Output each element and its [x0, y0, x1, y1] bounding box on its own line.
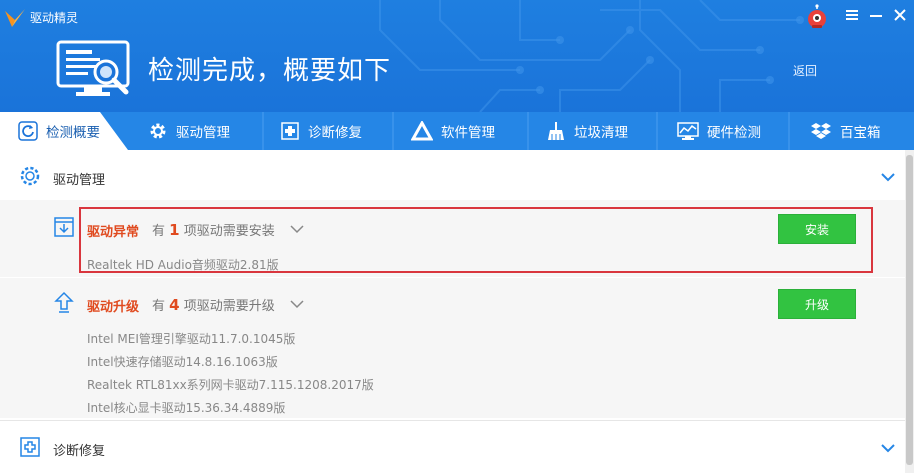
- first-aid-icon: [281, 122, 299, 140]
- install-driver-icon: [54, 217, 74, 237]
- summary-prefix: 有: [152, 299, 166, 314]
- refresh-icon: [18, 121, 38, 141]
- driver-item: Realtek RTL81xx系列网卡驱动7.115.1208.2017版: [87, 378, 374, 392]
- upgrade-count: 4: [169, 296, 180, 314]
- section-driver-management[interactable]: 驱动管理: [0, 150, 914, 200]
- tab-software-management[interactable]: 软件管理: [411, 112, 495, 150]
- tab-label: 硬件检测: [707, 125, 761, 141]
- tab-toolbox[interactable]: 百宝箱: [810, 112, 881, 150]
- main-tab-bar: 检测概要 驱动管理 诊断修复 软件管理 垃圾清理 硬件检测 百宝箱: [0, 112, 914, 150]
- triangle-logo-icon: [411, 121, 433, 141]
- upgrade-button[interactable]: 升级: [778, 289, 856, 319]
- section-title: 驱动管理: [53, 173, 106, 188]
- app-logo-icon: [5, 9, 25, 27]
- tab-separator: [656, 112, 658, 150]
- tab-scan-overview[interactable]: 检测概要: [0, 112, 128, 150]
- section-diagnosis-repair[interactable]: 诊断修复: [0, 423, 914, 473]
- tab-separator: [262, 112, 264, 150]
- tab-label: 垃圾清理: [574, 125, 628, 141]
- gear-outline-icon: [20, 166, 40, 186]
- menu-button[interactable]: [842, 5, 862, 25]
- tab-label: 诊断修复: [308, 125, 362, 141]
- minimize-button[interactable]: [866, 5, 886, 25]
- circuit-pattern: [379, 0, 804, 112]
- app-window: 驱动精灵 检测完成，概要如下 返回 检测概要 驱动管理 诊断修复 软件管理 垃圾…: [0, 0, 914, 473]
- driver-item: Intel MEI管理引擎驱动11.7.0.1045版: [87, 332, 296, 346]
- tab-separator: [527, 112, 529, 150]
- mascot-robot-icon[interactable]: [805, 4, 829, 30]
- close-button[interactable]: [890, 5, 910, 25]
- tab-label: 检测概要: [46, 125, 100, 141]
- upgrade-summary: 有 4 项驱动需要升级: [152, 295, 275, 314]
- section-divider: [0, 420, 905, 421]
- tab-label: 驱动管理: [176, 125, 230, 141]
- chevron-down-icon[interactable]: [880, 442, 896, 454]
- tab-label: 百宝箱: [840, 125, 881, 141]
- broom-icon: [548, 122, 564, 140]
- summary-suffix: 项驱动需要升级: [183, 299, 275, 314]
- section-title: 诊断修复: [53, 444, 106, 459]
- tab-driver-management[interactable]: 驱动管理: [148, 112, 230, 150]
- header-banner: 驱动精灵 检测完成，概要如下 返回: [0, 0, 914, 112]
- scan-result-headline: 检测完成，概要如下: [148, 56, 392, 86]
- app-title: 驱动精灵: [30, 11, 79, 25]
- scan-monitor-icon: [56, 40, 130, 96]
- upgrade-title: 驱动升级: [87, 300, 140, 315]
- dropbox-icon: [811, 123, 831, 139]
- monitor-chart-icon: [677, 122, 699, 140]
- tab-hardware-detection[interactable]: 硬件检测: [677, 112, 761, 150]
- tab-label: 软件管理: [441, 125, 495, 141]
- highlight-box: [79, 207, 873, 273]
- tab-separator: [392, 112, 394, 150]
- chevron-down-icon[interactable]: [290, 299, 304, 309]
- chevron-down-icon[interactable]: [880, 171, 896, 183]
- driver-item: Intel核心显卡驱动15.36.34.4889版: [87, 401, 286, 415]
- scrollbar-thumb[interactable]: [906, 155, 913, 465]
- tab-diagnosis-repair[interactable]: 诊断修复: [280, 112, 362, 150]
- first-aid-outline-icon: [20, 437, 40, 457]
- back-link[interactable]: 返回: [793, 62, 817, 79]
- gear-icon: [150, 123, 166, 139]
- driver-item: Intel快速存储驱动14.8.16.1063版: [87, 355, 278, 369]
- upgrade-arrow-icon: [54, 291, 74, 313]
- tab-junk-cleanup[interactable]: 垃圾清理: [546, 112, 628, 150]
- tab-separator: [788, 112, 790, 150]
